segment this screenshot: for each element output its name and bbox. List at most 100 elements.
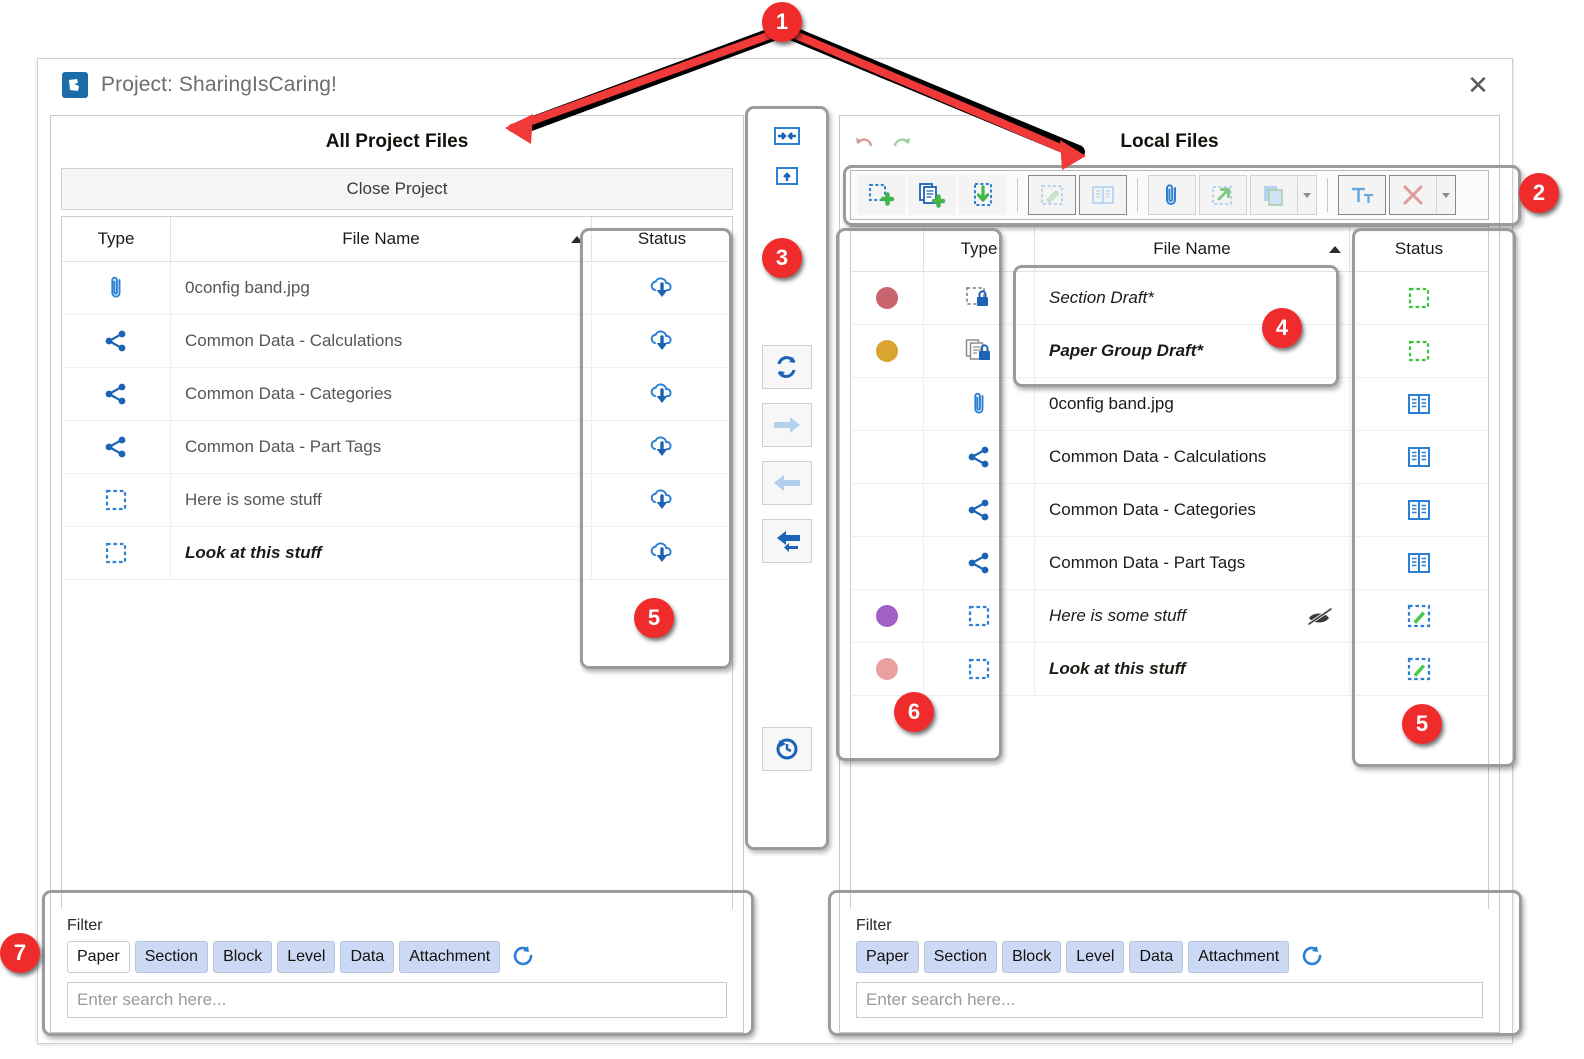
row-status-cell[interactable] — [1350, 272, 1488, 324]
row-status-cell[interactable] — [592, 315, 732, 367]
table-row[interactable]: Common Data - Calculations — [851, 431, 1488, 484]
table-row[interactable]: Section Draft* — [851, 272, 1488, 325]
filter-chip-attachment[interactable]: Attachment — [1188, 941, 1290, 973]
column-header-status[interactable]: Status — [592, 217, 732, 261]
filter-chip-attachment[interactable]: Attachment — [399, 941, 501, 973]
filter-chip-level[interactable]: Level — [277, 941, 336, 973]
delete-dropdown-arrow[interactable] — [1436, 177, 1455, 213]
table-row[interactable]: 0config band.jpg — [62, 262, 732, 315]
redo-icon[interactable] — [890, 134, 912, 152]
undo-icon[interactable] — [854, 134, 876, 152]
attach-button[interactable] — [1148, 175, 1196, 215]
right-panel-header: Local Files — [840, 116, 1499, 168]
local-files-header-row: Type File Name Status — [851, 227, 1488, 272]
left-panel-header: All Project Files — [51, 116, 743, 168]
row-type-cell — [62, 474, 171, 526]
row-status-cell[interactable] — [1350, 643, 1488, 695]
dashed-block-icon — [104, 488, 128, 512]
new-block-button[interactable] — [857, 175, 905, 215]
column-header-filename[interactable]: File Name — [1035, 227, 1350, 271]
history-button[interactable] — [762, 727, 812, 771]
cloud-download-icon — [648, 381, 676, 407]
right-search-input[interactable]: Enter search here... — [856, 982, 1483, 1018]
share-icon — [104, 329, 128, 353]
refresh-button[interactable] — [762, 345, 812, 389]
row-filename-label: Section Draft* — [1049, 288, 1154, 307]
locked-block-icon — [965, 285, 993, 311]
copy-dropdown-arrow[interactable] — [1297, 177, 1316, 213]
column-header-type[interactable]: Type — [924, 227, 1035, 271]
table-row[interactable]: Look at this stuff — [62, 527, 732, 580]
column-header-color[interactable] — [851, 227, 924, 271]
close-project-button[interactable]: Close Project — [61, 168, 733, 210]
table-row[interactable]: Here is some stuff — [851, 590, 1488, 643]
download-button[interactable] — [959, 175, 1007, 215]
table-row[interactable]: Common Data - Calculations — [62, 315, 732, 368]
filter-chip-data[interactable]: Data — [340, 941, 395, 973]
row-filename-label: Look at this stuff — [1049, 659, 1186, 678]
copy-button[interactable] — [1250, 175, 1317, 215]
pull-left-button[interactable] — [762, 461, 812, 505]
left-search-input[interactable]: Enter search here... — [67, 982, 727, 1018]
row-status-cell[interactable] — [592, 474, 732, 526]
table-row[interactable]: Paper Group Draft* — [851, 325, 1488, 378]
callout-badge-4: 4 — [1262, 308, 1302, 348]
table-row[interactable]: Common Data - Categories — [851, 484, 1488, 537]
undo-redo-group — [854, 134, 912, 152]
filter-chip-data[interactable]: Data — [1129, 941, 1184, 973]
format-text-button[interactable] — [1338, 175, 1386, 215]
row-status-cell[interactable] — [1350, 537, 1488, 589]
table-row[interactable]: 0config band.jpg — [851, 378, 1488, 431]
row-status-cell[interactable] — [1350, 590, 1488, 642]
filter-chip-section[interactable]: Section — [923, 941, 998, 973]
row-color-marker — [851, 325, 924, 377]
row-status-cell[interactable] — [1350, 325, 1488, 377]
callout-badge-3: 3 — [762, 238, 802, 278]
filter-chip-block[interactable]: Block — [1002, 941, 1062, 973]
row-status-cell[interactable] — [1350, 484, 1488, 536]
compare-button[interactable] — [1079, 175, 1127, 215]
window-title: Project: SharingIsCaring! — [101, 73, 337, 96]
pull-all-left-button[interactable] — [762, 519, 812, 563]
export-button[interactable] — [1199, 175, 1247, 215]
edit-dashed-block-icon — [1406, 657, 1432, 681]
row-status-cell[interactable] — [592, 262, 732, 314]
row-status-cell[interactable] — [592, 421, 732, 473]
filter-chip-level[interactable]: Level — [1066, 941, 1125, 973]
table-row[interactable]: Look at this stuff — [851, 643, 1488, 696]
new-document-button[interactable] — [908, 175, 956, 215]
expand-panel-button[interactable] — [762, 157, 812, 195]
table-row[interactable]: Common Data - Part Tags — [62, 421, 732, 474]
column-header-filename[interactable]: File Name — [171, 217, 592, 261]
row-filename-label: 0config band.jpg — [1049, 394, 1174, 413]
delete-button[interactable] — [1389, 175, 1456, 215]
row-status-cell[interactable] — [592, 368, 732, 420]
filter-chip-paper[interactable]: Paper — [856, 941, 919, 973]
row-status-cell[interactable] — [592, 527, 732, 579]
filter-chip-section[interactable]: Section — [134, 941, 209, 973]
push-right-button[interactable] — [762, 403, 812, 447]
table-row[interactable]: Here is some stuff — [62, 474, 732, 527]
right-filter-chips: Paper Section Block Level Data Attachment — [856, 941, 1483, 973]
row-color-marker — [851, 272, 924, 324]
row-status-cell[interactable] — [1350, 378, 1488, 430]
callout-badge-5: 5 — [1402, 704, 1442, 744]
callout-badge-1: 1 — [762, 2, 802, 42]
row-filename-label: Common Data - Categories — [1049, 500, 1256, 519]
reset-icon[interactable] — [1300, 945, 1324, 969]
table-row[interactable]: Common Data - Part Tags — [851, 537, 1488, 590]
column-header-status[interactable]: Status — [1350, 227, 1488, 271]
row-color-marker — [851, 590, 924, 642]
column-header-type[interactable]: Type — [62, 217, 171, 261]
collapse-panels-button[interactable] — [762, 117, 812, 155]
reset-icon[interactable] — [511, 945, 535, 969]
row-filename-cell: Here is some stuff — [171, 474, 592, 526]
row-status-cell[interactable] — [1350, 431, 1488, 483]
edit-button[interactable] — [1028, 175, 1076, 215]
eye-slash-icon — [1305, 605, 1335, 627]
filter-chip-block[interactable]: Block — [213, 941, 273, 973]
close-window-button[interactable]: ✕ — [1456, 67, 1500, 103]
filter-chip-paper[interactable]: Paper — [67, 941, 130, 973]
row-color-marker — [851, 431, 924, 483]
table-row[interactable]: Common Data - Categories — [62, 368, 732, 421]
